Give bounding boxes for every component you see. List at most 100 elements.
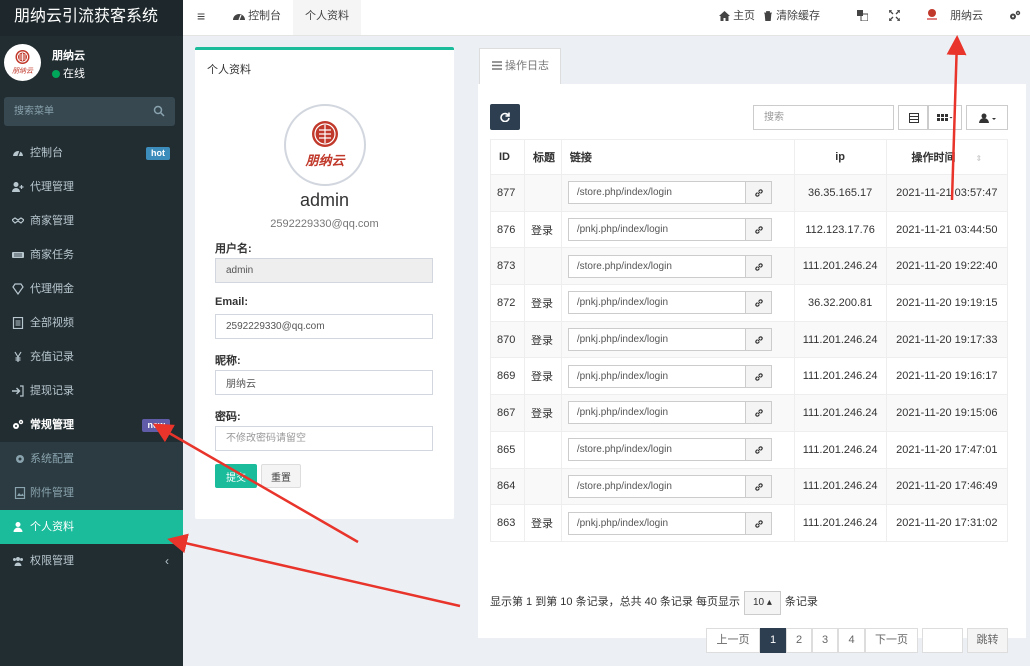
- sidebar-item-merchants[interactable]: 商家管理: [0, 204, 183, 238]
- sidebar-item-withdraw-records[interactable]: 提现记录: [0, 374, 183, 408]
- navbar-user[interactable]: 朋纳云: [925, 0, 983, 35]
- cell-title: 登录: [523, 357, 562, 396]
- email-field[interactable]: [215, 314, 433, 339]
- username-field[interactable]: [215, 258, 433, 283]
- menu-toggle-icon[interactable]: ≡: [197, 0, 205, 35]
- cell-title: 登录: [523, 284, 562, 322]
- submit-button[interactable]: 提交: [215, 464, 257, 488]
- sidebar-item-attachments[interactable]: 附件管理: [0, 476, 183, 510]
- link-icon[interactable]: [744, 511, 772, 535]
- column-header-title[interactable]: 标题: [523, 139, 562, 175]
- sidebar-item-system-config[interactable]: 系统配置: [0, 442, 183, 476]
- settings-cogs-icon[interactable]: [1009, 0, 1021, 35]
- reset-button[interactable]: 重置: [261, 464, 301, 488]
- link-icon[interactable]: [744, 218, 772, 242]
- sidebar-item-merchant-tasks[interactable]: 商家任务: [0, 238, 183, 272]
- tab-operation-log[interactable]: 操作日志: [479, 48, 561, 84]
- table-row: 867登录 111.201.246.242021-11-20 19:15:06: [490, 394, 1009, 432]
- columns-button[interactable]: [928, 105, 962, 130]
- nickname-field[interactable]: [215, 370, 433, 395]
- sidebar-search-input[interactable]: [4, 97, 144, 126]
- pagination-info: 显示第 1 到第 10 条记录，总共 40 条记录 每页显示 10 ▴ 条记录: [490, 590, 818, 615]
- link-icon[interactable]: [744, 254, 772, 278]
- sidebar-item-all-videos[interactable]: 全部视频: [0, 306, 183, 340]
- password-field[interactable]: [215, 426, 433, 451]
- refresh-button[interactable]: [490, 104, 520, 130]
- link-icon[interactable]: [744, 291, 772, 315]
- diamond-icon: [12, 283, 24, 295]
- cell-ip[interactable]: 111.201.246.24: [793, 357, 887, 396]
- app-title[interactable]: 朋纳云引流获客系统: [0, 0, 183, 36]
- toggle-view-button[interactable]: [898, 105, 928, 130]
- keyboard-icon: [12, 252, 24, 258]
- cell-id: 873: [490, 247, 525, 286]
- table-row: 869登录 111.201.246.242021-11-20 19:16:17: [490, 357, 1009, 396]
- cell-url: [560, 247, 795, 286]
- next-page-button[interactable]: 下一页: [865, 628, 918, 653]
- url-field[interactable]: [567, 511, 746, 535]
- link-icon[interactable]: [744, 438, 772, 462]
- cell-ip[interactable]: 111.201.246.24: [793, 320, 887, 359]
- translate-icon[interactable]: [857, 0, 869, 35]
- url-field[interactable]: [567, 254, 746, 278]
- url-field[interactable]: [567, 401, 746, 425]
- search-icon[interactable]: [153, 105, 165, 117]
- url-field[interactable]: [567, 218, 746, 242]
- cell-ip[interactable]: 111.201.246.24: [793, 430, 887, 469]
- sidebar-item-agents[interactable]: 代理管理: [0, 170, 183, 204]
- group-icon: [13, 557, 23, 566]
- page-3-button[interactable]: 3: [812, 628, 838, 653]
- page-size-dropdown[interactable]: 10 ▴: [743, 591, 781, 615]
- tab-dashboard[interactable]: 控制台: [223, 0, 291, 35]
- table-header-row: ID 标题 链接 ip 操作时间 ⇕: [490, 139, 1009, 175]
- log-search-input[interactable]: [753, 105, 894, 130]
- column-header-time[interactable]: 操作时间 ⇕: [885, 139, 1009, 175]
- page-2-button[interactable]: 2: [786, 628, 812, 653]
- cell-ip[interactable]: 112.123.17.76: [793, 210, 887, 249]
- url-field[interactable]: [567, 181, 746, 205]
- link-icon[interactable]: [744, 474, 772, 498]
- prev-page-button[interactable]: 上一页: [706, 628, 760, 653]
- cell-title: [523, 467, 562, 506]
- clear-cache-button[interactable]: 清除缓存: [763, 0, 820, 35]
- dashboard-icon: [233, 14, 245, 21]
- jump-page-input[interactable]: [922, 628, 963, 653]
- sort-icon[interactable]: ⇕: [975, 154, 982, 163]
- column-header-url[interactable]: 链接: [560, 139, 795, 175]
- jump-button[interactable]: 跳转: [967, 628, 1008, 653]
- link-icon[interactable]: [744, 401, 772, 425]
- fullscreen-icon[interactable]: [888, 0, 901, 35]
- sidebar-item-agent-commission[interactable]: 代理佣金: [0, 272, 183, 306]
- cell-ip[interactable]: 36.35.165.17: [793, 174, 887, 212]
- url-field[interactable]: [567, 328, 746, 352]
- home-link[interactable]: 主页: [719, 0, 755, 35]
- column-header-id[interactable]: ID: [490, 139, 525, 175]
- sidebar-search[interactable]: [4, 97, 175, 126]
- link-icon[interactable]: [744, 181, 772, 205]
- link-icon[interactable]: [744, 364, 772, 388]
- sidebar-item-recharge-records[interactable]: 充值记录: [0, 340, 183, 374]
- cell-ip[interactable]: 36.32.200.81: [793, 284, 887, 322]
- url-field[interactable]: [567, 291, 746, 315]
- cell-ip[interactable]: 111.201.246.24: [793, 394, 887, 432]
- email-label: Email:: [215, 296, 249, 308]
- profile-avatar[interactable]: 朋纳云: [284, 104, 366, 186]
- cell-ip[interactable]: 111.201.246.24: [793, 504, 887, 542]
- column-header-ip[interactable]: ip: [793, 139, 887, 175]
- tab-profile[interactable]: 个人资料: [293, 0, 361, 35]
- cell-ip[interactable]: 111.201.246.24: [793, 467, 887, 506]
- page-4-button[interactable]: 4: [838, 628, 865, 653]
- url-field[interactable]: [567, 364, 746, 388]
- cell-ip[interactable]: 111.201.246.24: [793, 247, 887, 286]
- export-button[interactable]: [966, 105, 1008, 130]
- page-1-button[interactable]: 1: [760, 628, 786, 653]
- url-field[interactable]: [567, 474, 746, 498]
- sidebar-item-profile[interactable]: 个人资料: [0, 510, 183, 544]
- url-field[interactable]: [567, 438, 746, 462]
- sidebar-item-dashboard[interactable]: 控制台 hot: [0, 136, 183, 170]
- cell-id: 872: [490, 284, 525, 322]
- sidebar-item-general[interactable]: 常规管理 new: [0, 408, 183, 442]
- link-icon[interactable]: [744, 328, 772, 352]
- cell-title: 登录: [523, 394, 562, 432]
- sidebar-item-permissions[interactable]: 权限管理 ‹: [0, 544, 183, 578]
